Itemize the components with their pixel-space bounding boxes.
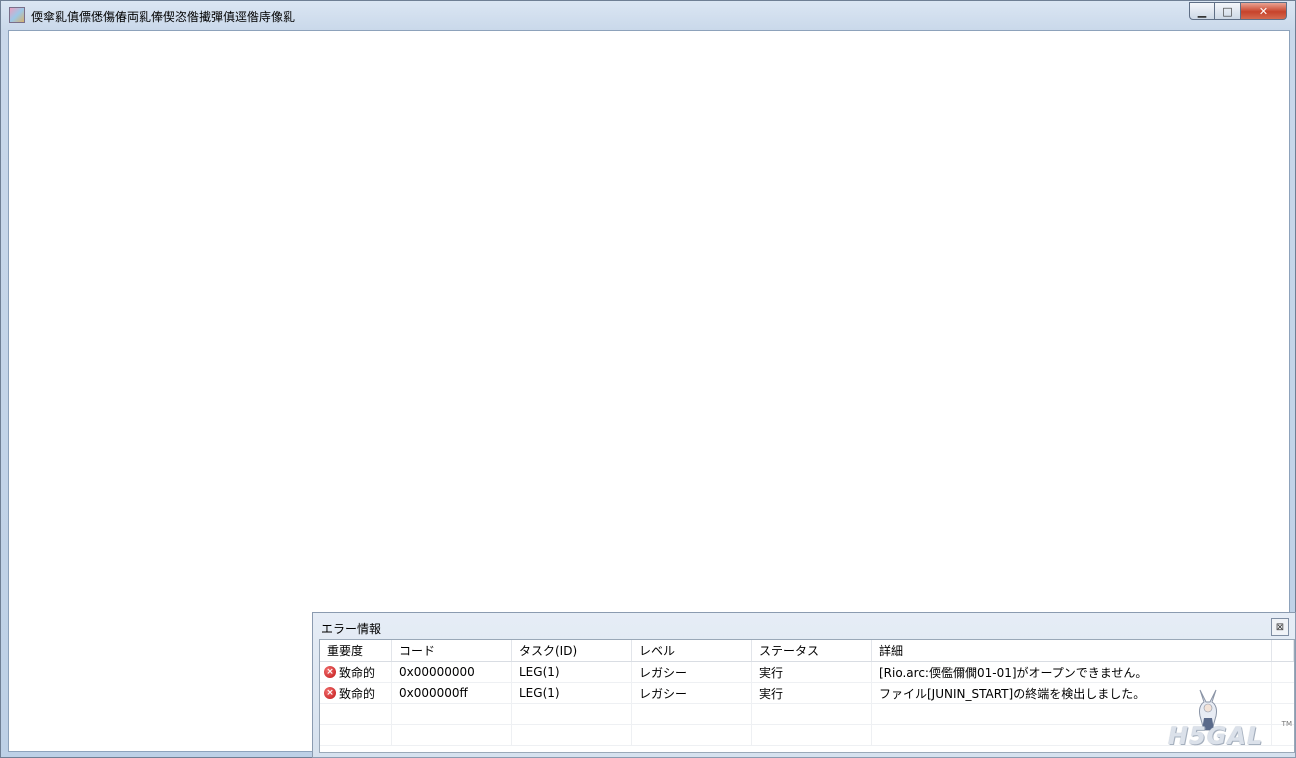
code-cell: 0x00000000 [392, 662, 512, 682]
severity-cell: × 致命的 [320, 683, 392, 703]
error-panel-title: エラー情報 [321, 622, 382, 636]
task-cell: LEG(1) [512, 683, 632, 703]
watermark-text: H5GAL [1168, 722, 1264, 750]
column-header-level[interactable]: レベル [632, 640, 752, 661]
task-cell: LEG(1) [512, 662, 632, 682]
window-title: 偄傘乿傎僄僁傷偆両乿俸偰恣偺擮彈傎逕偺庤像乿 [31, 10, 296, 24]
column-header-task[interactable]: タスク(ID) [512, 640, 632, 661]
empty-cell [752, 704, 872, 724]
column-header-filler [1272, 640, 1294, 661]
empty-cell [392, 725, 512, 745]
close-button[interactable]: ✕ [1241, 2, 1287, 20]
maximize-button[interactable]: □ [1215, 2, 1241, 20]
minimize-button[interactable]: ▁ [1189, 2, 1215, 20]
error-info-panel: エラー情報 ⊠ 重要度 コード タスク(ID) レベル ステータス 詳細 × 致命… [312, 612, 1296, 758]
empty-cell [512, 725, 632, 745]
severity-text: 致命的 [339, 686, 376, 701]
column-header-code[interactable]: コード [392, 640, 512, 661]
severity-text: 致命的 [339, 665, 376, 680]
empty-cell [512, 704, 632, 724]
status-cell: 実行 [752, 662, 872, 682]
error-panel-close-button[interactable]: ⊠ [1271, 618, 1289, 636]
empty-row [320, 704, 1294, 725]
level-cell: レガシー [632, 683, 752, 703]
empty-cell [632, 704, 752, 724]
watermark-tm: TM [1281, 720, 1292, 728]
table-row[interactable]: × 致命的 0x00000000 LEG(1) レガシー 実行 [Rio.arc:… [320, 662, 1294, 683]
status-cell: 実行 [752, 683, 872, 703]
empty-cell [632, 725, 752, 745]
table-row[interactable]: × 致命的 0x000000ff LEG(1) レガシー 実行 ファイル[JUNI… [320, 683, 1294, 704]
error-icon: × [324, 687, 336, 699]
column-header-detail[interactable]: 詳細 [872, 640, 1272, 661]
error-icon: × [324, 666, 336, 678]
empty-cell [752, 725, 872, 745]
empty-row [320, 725, 1294, 746]
caption-buttons: ▁ □ ✕ [1189, 2, 1287, 20]
column-header-status[interactable]: ステータス [752, 640, 872, 661]
filler-cell [1272, 662, 1294, 682]
empty-cell [392, 704, 512, 724]
error-table-header: 重要度 コード タスク(ID) レベル ステータス 詳細 [320, 640, 1294, 662]
column-header-severity[interactable]: 重要度 [320, 640, 392, 661]
detail-cell: [Rio.arc:偄儖儞僩01-01]がオープンできません。 [872, 662, 1272, 682]
level-cell: レガシー [632, 662, 752, 682]
error-table: 重要度 コード タスク(ID) レベル ステータス 詳細 × 致命的 0x0000… [319, 639, 1295, 753]
title-bar[interactable]: 偄傘乿傎僄僁傷偆両乿俸偰恣偺擮彈傎逕偺庤像乿 ▁ □ ✕ [1, 1, 1295, 31]
empty-cell [320, 704, 392, 724]
code-cell: 0x000000ff [392, 683, 512, 703]
watermark: H5GAL TM [1168, 686, 1292, 754]
severity-cell: × 致命的 [320, 662, 392, 682]
empty-cell [320, 725, 392, 745]
app-icon[interactable] [9, 7, 25, 23]
